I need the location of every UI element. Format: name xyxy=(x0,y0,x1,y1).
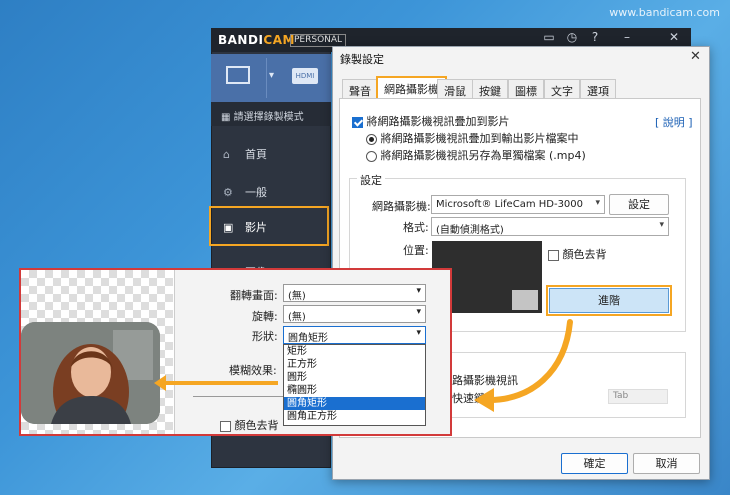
select-mode-label: ▦ 請選擇錄製模式 xyxy=(211,102,331,126)
format-select[interactable]: (自動偵測格式) ▾ xyxy=(431,217,669,236)
close-icon[interactable]: ✕ xyxy=(690,49,701,64)
watermark: www.bandicam.com xyxy=(609,6,720,19)
nav-item-home[interactable]: ⌂ 首頁 xyxy=(211,136,331,174)
radio-overlay[interactable] xyxy=(366,133,377,145)
tab-mouse[interactable]: 滑鼠 xyxy=(437,79,473,98)
overlay-checkbox[interactable] xyxy=(352,116,363,128)
advanced-button[interactable]: 進階 xyxy=(546,285,672,316)
chevron-down-icon: ▾ xyxy=(659,220,664,230)
radio-separate[interactable] xyxy=(366,150,377,162)
gear-icon: ⚙ xyxy=(223,186,233,199)
shape-option[interactable]: 橢圓形 xyxy=(284,384,425,397)
chevron-down-icon[interactable]: ▾ xyxy=(269,70,274,81)
rotate-select[interactable]: (無) ▾ xyxy=(283,305,426,323)
chevron-down-icon: ▾ xyxy=(595,198,600,208)
close-icon[interactable]: ✕ xyxy=(666,30,682,44)
dialog-title: 錄製設定 xyxy=(340,53,384,66)
shape-select[interactable]: 圓角矩形 ▾ xyxy=(283,326,426,344)
home-icon: ⌂ xyxy=(223,148,230,161)
left-arrow-icon xyxy=(160,381,278,385)
webcam-preview-photo xyxy=(21,322,160,424)
camera-select[interactable]: Microsoft® LifeCam HD-3000 ▾ xyxy=(431,195,605,214)
help-icon[interactable]: ? xyxy=(587,30,603,44)
shape-option[interactable]: 正方形 xyxy=(284,358,425,371)
minimize-icon[interactable]: – xyxy=(619,30,635,44)
screen-mode-icon[interactable] xyxy=(226,66,250,84)
rotate-label: 旋轉: xyxy=(252,310,278,323)
video-icon: ▣ xyxy=(223,221,234,234)
ok-button[interactable]: 確定 xyxy=(561,453,628,474)
help-link[interactable]: [ 說明 ] xyxy=(655,114,693,130)
cancel-button[interactable]: 取消 xyxy=(633,453,700,474)
chevron-down-icon: ▾ xyxy=(416,286,421,296)
folder-icon[interactable]: ▭ xyxy=(541,30,557,44)
camera-label: 網路攝影機: xyxy=(372,200,431,213)
grid-icon: ▦ xyxy=(221,112,234,123)
nav-item-video[interactable]: ▣ 影片 xyxy=(209,206,329,246)
position-label: 位置: xyxy=(403,244,429,257)
device-mode-icon[interactable]: HDMI xyxy=(292,68,318,84)
radio-separate-row[interactable]: 將網路攝影機視訊另存為單獨檔案 (.mp4) xyxy=(366,147,586,163)
tab-logo[interactable]: 圖標 xyxy=(508,79,544,98)
person-icon xyxy=(21,322,160,424)
tab-options[interactable]: 選項 xyxy=(580,79,616,98)
tab-text[interactable]: 文字 xyxy=(544,79,580,98)
shape-option[interactable]: 圓形 xyxy=(284,371,425,384)
clock-icon[interactable]: ◷ xyxy=(564,30,580,44)
chevron-down-icon: ▾ xyxy=(416,307,421,317)
flip-label: 翻轉畫面: xyxy=(230,289,278,302)
tab-keys[interactable]: 按鍵 xyxy=(472,79,508,98)
shape-option[interactable]: 圓角正方形 xyxy=(284,410,425,423)
group-title: 設定 xyxy=(357,172,385,188)
slider-track[interactable] xyxy=(193,396,283,397)
left-arrowhead-icon xyxy=(154,375,166,391)
shape-dropdown-list: 矩形 正方形 圓形 橢圓形 圓角矩形 圓角正方形 xyxy=(283,344,426,426)
tab-sound[interactable]: 聲音 xyxy=(342,79,378,98)
shape-option[interactable]: 矩形 xyxy=(284,345,425,358)
chevron-down-icon: ▾ xyxy=(416,328,421,338)
flip-select[interactable]: (無) ▾ xyxy=(283,284,426,302)
format-label: 格式: xyxy=(403,221,429,234)
overlay-chroma-row[interactable]: 顏色去背 xyxy=(220,417,279,433)
bandicam-logo: BANDICAM xyxy=(218,33,295,47)
webcam-position-marker[interactable] xyxy=(512,290,538,310)
shape-label: 形狀: xyxy=(252,330,278,343)
overlay-chroma-checkbox[interactable] xyxy=(220,420,231,432)
blur-label: 模糊效果: xyxy=(229,364,277,377)
hotkey-field[interactable]: Tab xyxy=(608,389,668,404)
chroma-checkbox-row[interactable]: 顏色去背 xyxy=(548,246,607,262)
radio-overlay-row[interactable]: 將網路攝影機視訊疊加到輸出影片檔案中 xyxy=(366,130,579,146)
overlay-checkbox-row[interactable]: 將網路攝影機視訊疊加到影片 xyxy=(352,113,510,129)
camera-settings-button[interactable]: 設定 xyxy=(609,194,669,215)
mode-separator xyxy=(266,58,267,98)
chroma-checkbox[interactable] xyxy=(548,249,559,261)
shape-option-selected[interactable]: 圓角矩形 xyxy=(284,397,425,410)
curved-arrow-icon xyxy=(474,319,573,412)
